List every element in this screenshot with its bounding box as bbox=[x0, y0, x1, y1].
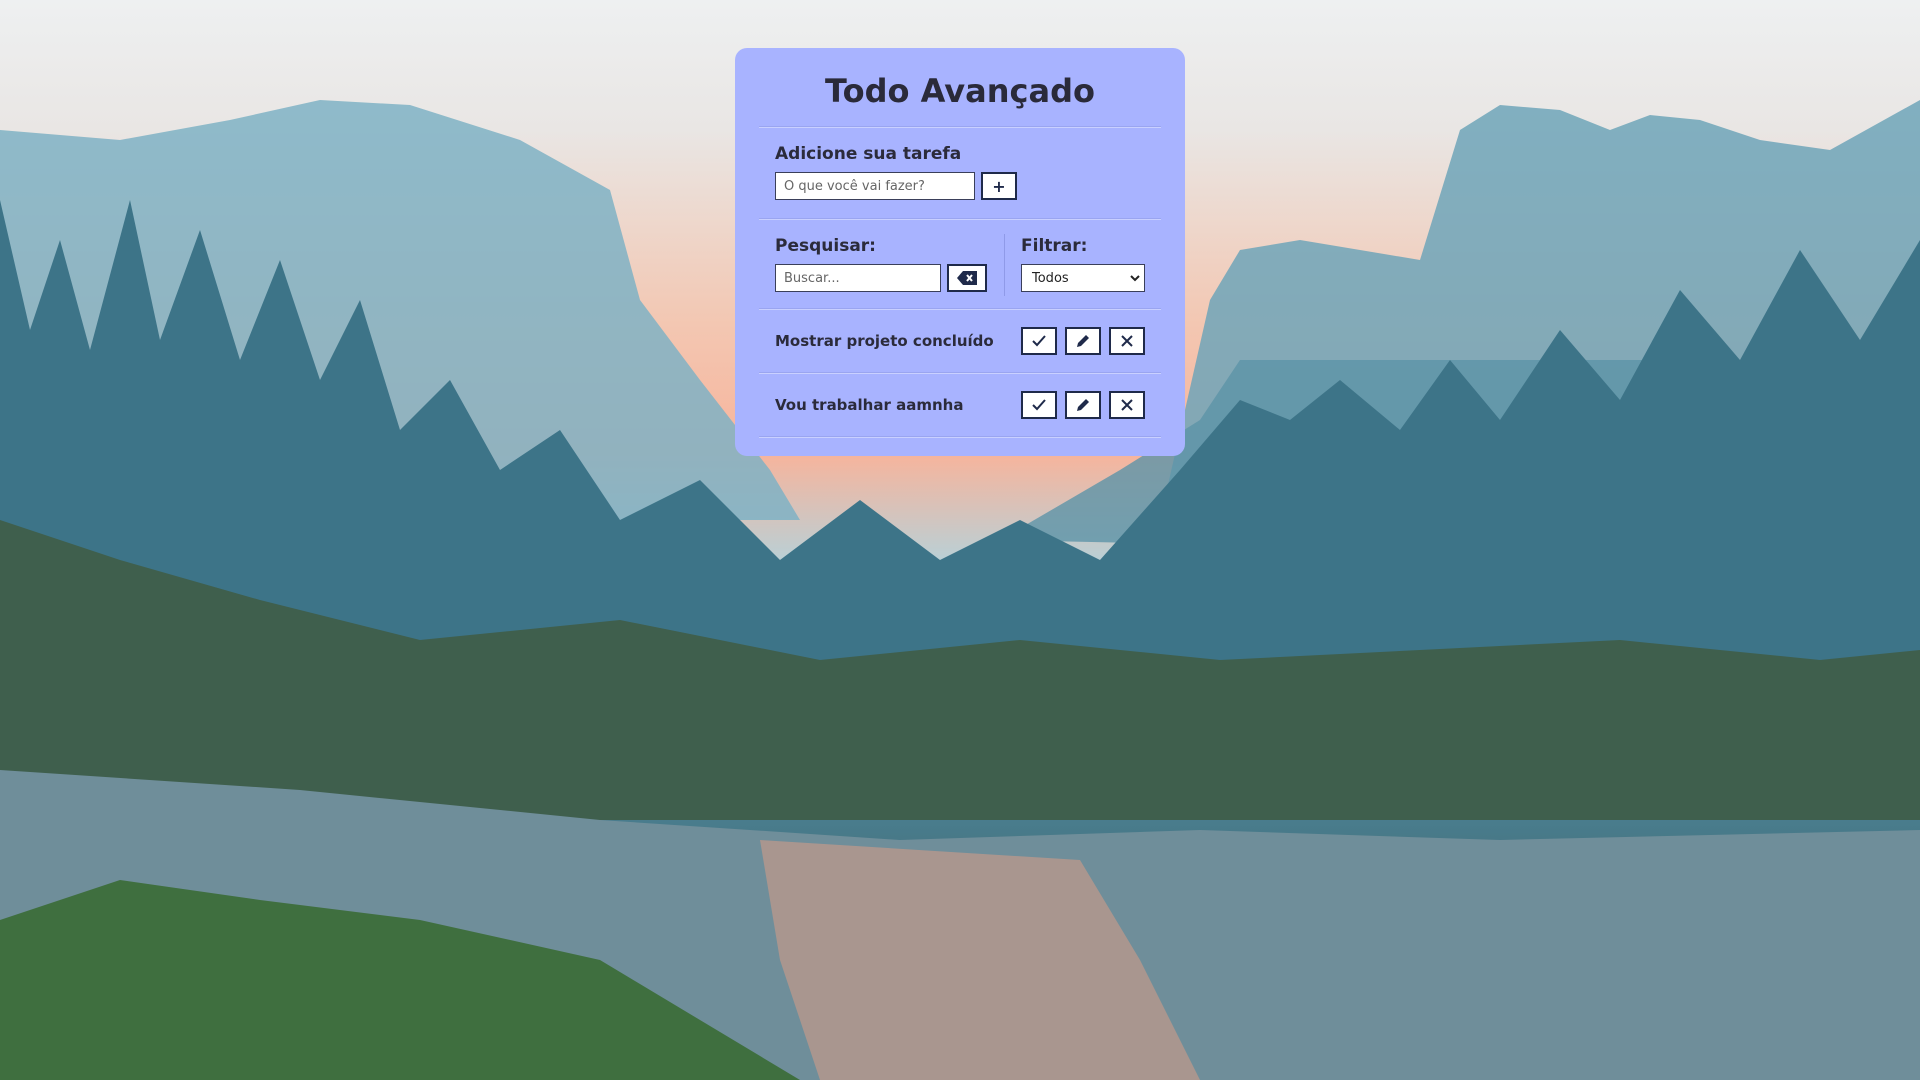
todo-actions bbox=[1013, 327, 1145, 355]
add-task-button[interactable]: + bbox=[981, 172, 1017, 200]
finish-todo-button[interactable] bbox=[1021, 327, 1057, 355]
search-input-placeholder: Buscar... bbox=[784, 270, 840, 286]
add-task-form: Adicione sua tarefa O que você vai fazer… bbox=[759, 128, 1161, 218]
todo-actions bbox=[1013, 391, 1145, 419]
search-label: Pesquisar: bbox=[775, 236, 876, 256]
task-input[interactable]: O que você vai fazer? bbox=[775, 172, 975, 200]
filter-select[interactable]: Todos bbox=[1021, 264, 1145, 292]
pencil-icon bbox=[1077, 335, 1089, 347]
todo-item: Mostrar projeto concluído bbox=[759, 310, 1161, 372]
search-filter-toolbar: Pesquisar: Buscar... Filtrar: Todos bbox=[759, 220, 1161, 308]
backspace-icon bbox=[957, 271, 977, 285]
filter-label: Filtrar: bbox=[1021, 236, 1088, 256]
todo-text: Vou trabalhar aamnha bbox=[775, 396, 964, 414]
todo-card: Todo Avançado Adicione sua tarefa O que … bbox=[735, 48, 1185, 456]
vertical-divider bbox=[1004, 234, 1005, 296]
check-icon bbox=[1032, 335, 1046, 347]
filter-selected-value: Todos bbox=[1032, 270, 1069, 286]
check-icon bbox=[1032, 399, 1046, 411]
divider bbox=[759, 436, 1161, 438]
remove-todo-button[interactable] bbox=[1109, 327, 1145, 355]
pencil-icon bbox=[1077, 399, 1089, 411]
edit-todo-button[interactable] bbox=[1065, 327, 1101, 355]
close-icon bbox=[1121, 399, 1133, 411]
chevron-down-icon bbox=[1130, 275, 1140, 282]
finish-todo-button[interactable] bbox=[1021, 391, 1057, 419]
edit-todo-button[interactable] bbox=[1065, 391, 1101, 419]
todo-text: Mostrar projeto concluído bbox=[775, 332, 994, 350]
add-task-label: Adicione sua tarefa bbox=[775, 144, 962, 164]
plus-icon: + bbox=[992, 176, 1006, 196]
close-icon bbox=[1121, 335, 1133, 347]
search-input[interactable]: Buscar... bbox=[775, 264, 941, 292]
task-input-placeholder: O que você vai fazer? bbox=[784, 178, 925, 194]
remove-todo-button[interactable] bbox=[1109, 391, 1145, 419]
filter-section: Filtrar: Todos bbox=[1021, 220, 1145, 308]
search-section: Pesquisar: Buscar... bbox=[775, 220, 1004, 308]
clear-search-button[interactable] bbox=[947, 264, 987, 292]
page-title: Todo Avançado bbox=[825, 72, 1095, 110]
todo-item: Vou trabalhar aamnha bbox=[759, 374, 1161, 436]
